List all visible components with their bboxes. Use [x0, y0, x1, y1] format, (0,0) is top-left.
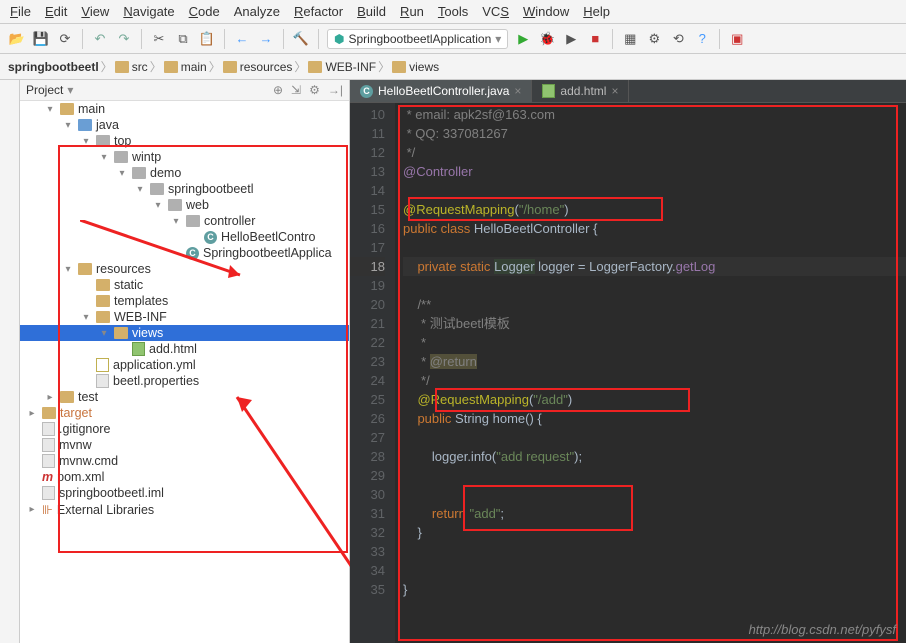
tree-mvnwcmd[interactable]: mvnw.cmd	[20, 453, 349, 469]
menu-file[interactable]: File	[10, 4, 31, 19]
tree-iml[interactable]: springbootbeetl.iml	[20, 485, 349, 501]
menu-window[interactable]: Window	[523, 4, 569, 19]
code-editor[interactable]: 1011121314151617181920212223242526272829…	[350, 103, 906, 643]
tab-add.html[interactable]: add.html×	[532, 80, 629, 102]
menu-view[interactable]: View	[81, 4, 109, 19]
close-icon[interactable]: ×	[611, 84, 618, 98]
paste-icon[interactable]: 📋	[198, 30, 216, 48]
project-tree[interactable]: ▾ main▾ java▾ top▾ wintp▾ demo▾ springbo…	[20, 101, 349, 643]
watermark: http://blog.csdn.net/pyfysf	[749, 622, 896, 637]
tree-hello[interactable]: C HelloBeetlContro	[20, 229, 349, 245]
settings-icon[interactable]: ⚙	[645, 30, 663, 48]
tool-rail: Project	[0, 80, 20, 643]
tree-sbb[interactable]: ▾ springbootbeetl	[20, 181, 349, 197]
hide-icon[interactable]: →|	[328, 83, 343, 97]
save-icon[interactable]: 💾	[32, 30, 50, 48]
menu-build[interactable]: Build	[357, 4, 386, 19]
menu-code[interactable]: Code	[189, 4, 220, 19]
tree-controller[interactable]: ▾ controller	[20, 213, 349, 229]
collapse-icon[interactable]: ⇲	[291, 83, 301, 97]
debug-icon[interactable]: 🐞	[538, 30, 556, 48]
menu-vcs[interactable]: VCS	[482, 4, 509, 19]
tree-wintp[interactable]: ▾ wintp	[20, 149, 349, 165]
tree-main[interactable]: ▾ main	[20, 101, 349, 117]
tab-HelloBeetlController.java[interactable]: CHelloBeetlController.java×	[350, 80, 532, 102]
sync-icon[interactable]: ⟲	[669, 30, 687, 48]
tree-demo[interactable]: ▾ demo	[20, 165, 349, 181]
open-icon[interactable]: 📂	[8, 30, 26, 48]
tree-views[interactable]: ▾ views	[20, 325, 349, 341]
tree-appyml[interactable]: application.yml	[20, 357, 349, 373]
forward-icon[interactable]: →	[257, 30, 275, 48]
redo-icon[interactable]: ↷	[115, 30, 133, 48]
help-icon[interactable]: ?	[693, 30, 711, 48]
tree-templates[interactable]: templates	[20, 293, 349, 309]
undo-icon[interactable]: ↶	[91, 30, 109, 48]
gear-icon[interactable]: ⚙	[309, 83, 320, 97]
toolbar: 📂 💾 ⟳ ↶ ↷ ✂ ⧉ 📋 ← → 🔨 ⬢ SpringbootbeetlA…	[0, 24, 906, 54]
tree-app[interactable]: C SpringbootbeetlApplica	[20, 245, 349, 261]
tree-gitignore[interactable]: .gitignore	[20, 421, 349, 437]
tree-webinf[interactable]: ▾ WEB-INF	[20, 309, 349, 325]
project-panel: Project ▾ ⊕ ⇲ ⚙ →| ▾ main▾ java▾ top▾ wi…	[20, 80, 350, 643]
cut-icon[interactable]: ✂	[150, 30, 168, 48]
refresh-icon[interactable]: ⟳	[56, 30, 74, 48]
editor-area: CHelloBeetlController.java×add.html× 101…	[350, 80, 906, 643]
structure-icon[interactable]: ▦	[621, 30, 639, 48]
close-icon[interactable]: ×	[514, 84, 521, 98]
back-icon[interactable]: ←	[233, 30, 251, 48]
crumb-views[interactable]: views	[392, 60, 439, 74]
menu-help[interactable]: Help	[583, 4, 610, 19]
tree-resources[interactable]: ▾ resources	[20, 261, 349, 277]
menu-edit[interactable]: Edit	[45, 4, 67, 19]
crumb-resources[interactable]: resources	[223, 60, 293, 74]
crumb-WEB-INF[interactable]: WEB-INF	[308, 60, 376, 74]
tree-extlib[interactable]: ▸⊪ External Libraries	[20, 501, 349, 518]
tree-static[interactable]: static	[20, 277, 349, 293]
tree-test[interactable]: ▸ test	[20, 389, 349, 405]
menu-bar: File Edit View Navigate Code Analyze Refactor B…	[0, 0, 906, 24]
run-config-select[interactable]: ⬢ SpringbootbeetlApplication ▾	[327, 29, 508, 49]
tree-addhtml[interactable]: add.html	[20, 341, 349, 357]
menu-run[interactable]: Run	[400, 4, 424, 19]
tree-target[interactable]: ▸ target	[20, 405, 349, 421]
crumb-main[interactable]: main	[164, 60, 207, 74]
tree-mvnw[interactable]: mvnw	[20, 437, 349, 453]
breadcrumb: springbootbeetl〉 src〉 main〉 resources〉 W…	[0, 54, 906, 80]
target-icon[interactable]: ⊕	[273, 83, 283, 97]
copy-icon[interactable]: ⧉	[174, 30, 192, 48]
menu-navigate[interactable]: Navigate	[123, 4, 174, 19]
tree-pom[interactable]: m pom.xml	[20, 469, 349, 485]
menu-analyze[interactable]: Analyze	[234, 4, 280, 19]
tree-top[interactable]: ▾ top	[20, 133, 349, 149]
tree-java[interactable]: ▾ java	[20, 117, 349, 133]
coverage-icon[interactable]: ▶	[562, 30, 580, 48]
tree-beetl[interactable]: beetl.properties	[20, 373, 349, 389]
crumb-springbootbeetl[interactable]: springbootbeetl	[8, 60, 99, 74]
tree-web[interactable]: ▾ web	[20, 197, 349, 213]
run-config-label: SpringbootbeetlApplication	[348, 32, 491, 46]
menu-refactor[interactable]: Refactor	[294, 4, 343, 19]
panel-title: Project	[26, 83, 63, 97]
ide-icon[interactable]: ▣	[728, 30, 746, 48]
build-icon[interactable]: 🔨	[292, 30, 310, 48]
file-tabs: CHelloBeetlController.java×add.html×	[350, 80, 906, 103]
run-icon[interactable]: ▶	[514, 30, 532, 48]
stop-icon[interactable]: ■	[586, 30, 604, 48]
menu-tools[interactable]: Tools	[438, 4, 468, 19]
crumb-src[interactable]: src	[115, 60, 148, 74]
